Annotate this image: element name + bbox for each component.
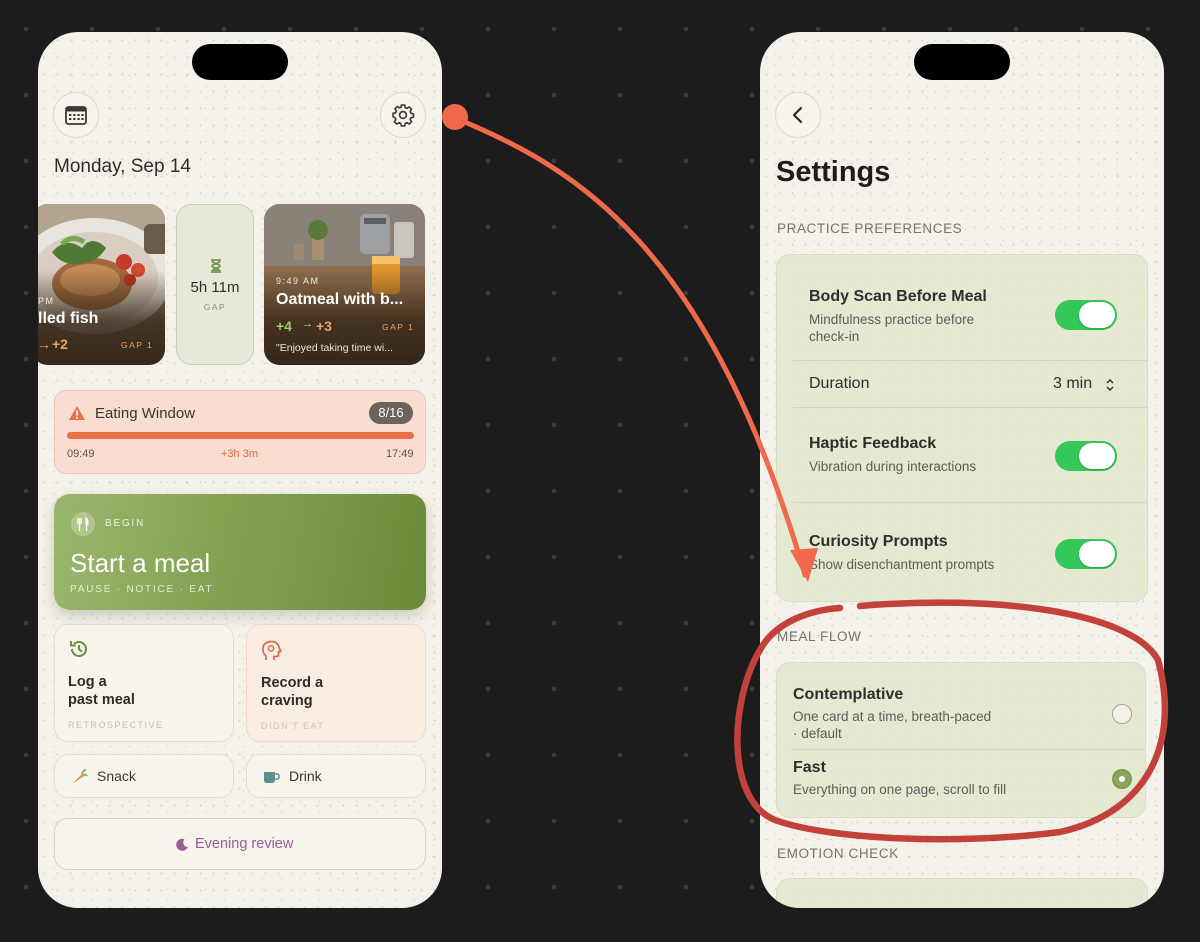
calendar-button[interactable] [53, 92, 99, 138]
meal-flow-group: Contemplative One card at a time, breath… [776, 662, 1146, 818]
head-icon [262, 640, 282, 660]
record-craving-button[interactable]: Record a craving DIDN'T EAT [246, 624, 426, 742]
chevron-left-icon [792, 106, 803, 124]
craving-label-line1: Record a [261, 675, 324, 691]
practice-preferences-group: Body Scan Before Meal Mindfulness practi… [776, 254, 1148, 602]
drink-button[interactable]: Drink [246, 754, 426, 798]
warning-icon [69, 406, 85, 420]
meal-card[interactable]: 9:49 AM Oatmeal with b... +4 → +3 GAP 1 … [264, 204, 425, 365]
score-arrow: → [302, 318, 313, 330]
craving-sub: DIDN'T EAT [261, 721, 325, 731]
annotation-arrow [457, 117, 808, 578]
fasting-badge: 8/16 [369, 402, 413, 424]
score-arrow: → [38, 336, 51, 352]
contemplative-sub-line2: · default [793, 726, 842, 741]
snack-label: Snack [97, 768, 136, 784]
evening-review-button[interactable]: Evening review [54, 818, 426, 870]
fast-option[interactable]: Fast Everything on one page, scroll to f… [777, 751, 1147, 817]
meal-title: lled fish [38, 310, 99, 327]
divider [793, 502, 1147, 503]
gap-label: GAP 1 [382, 322, 415, 332]
eating-window-card[interactable]: Eating Window 8/16 09:49 +3h 3m 17:49 [54, 390, 426, 474]
window-overtime: +3h 3m [221, 448, 258, 460]
gap-value: 5h 11m [190, 279, 240, 296]
hourglass-icon [211, 259, 221, 273]
duration-label: Duration [809, 375, 870, 392]
log-past-meal-button[interactable]: Log a past meal RETROSPECTIVE [54, 624, 234, 742]
start-title: Start a meal [70, 548, 211, 578]
calendar-icon [65, 106, 87, 125]
emotion-check-group [776, 878, 1148, 908]
body-scan-sub-line1: Mindfulness practice before [809, 312, 975, 327]
dynamic-island [914, 44, 1010, 80]
log-label-line2: past meal [68, 692, 135, 708]
carrot-icon [72, 769, 88, 784]
divider [793, 407, 1147, 408]
log-sub: RETROSPECTIVE [68, 720, 164, 730]
section-header-meal-flow: MEAL FLOW [777, 629, 862, 644]
score-before: +4 [276, 318, 292, 334]
contemplative-option[interactable]: Contemplative One card at a time, breath… [777, 663, 1147, 745]
gear-icon [392, 104, 415, 127]
contemplative-title: Contemplative [793, 686, 904, 703]
body-scan-title: Body Scan Before Meal [809, 288, 987, 305]
gap-caption: GAP [203, 302, 227, 312]
divider [793, 360, 1147, 361]
settings-button[interactable] [380, 92, 426, 138]
meal-quote: "Enjoyed taking time wi... [276, 342, 393, 354]
back-button[interactable] [775, 92, 821, 138]
haptic-sub: Vibration during interactions [809, 459, 977, 474]
start-eyebrow: BEGIN [105, 518, 146, 529]
dynamic-island [192, 44, 288, 80]
curiosity-title: Curiosity Prompts [809, 533, 948, 550]
cup-icon [264, 772, 280, 783]
body-scan-toggle[interactable] [1055, 300, 1117, 330]
page-title: Monday, Sep 14 [54, 156, 191, 177]
body-scan-sub-line2: check-in [809, 329, 860, 344]
contemplative-sub-line1: One card at a time, breath-paced [793, 709, 992, 724]
fast-radio[interactable] [1112, 769, 1132, 789]
window-end: 17:49 [386, 448, 414, 460]
eating-window-title: Eating Window [95, 405, 196, 422]
home-screen: Monday, Sep 14 PM lled fish → +2 GAP 1 5… [38, 32, 442, 908]
meal-title: Oatmeal with b... [276, 291, 404, 308]
curiosity-sub: Show disenchantment prompts [809, 557, 995, 572]
chevron-updown-icon [1106, 379, 1114, 391]
snack-button[interactable]: Snack [54, 754, 234, 798]
gap-card: 5h 11m GAP [176, 204, 254, 365]
divider [791, 749, 1145, 750]
fast-title: Fast [793, 759, 826, 776]
meal-time: 9:49 AM [276, 276, 320, 286]
score-after: +3 [316, 318, 332, 334]
window-start: 09:49 [67, 448, 95, 460]
duration-value[interactable]: 3 min [1053, 375, 1092, 393]
history-icon [70, 641, 87, 657]
start-subtitle: PAUSE · NOTICE · EAT [70, 584, 214, 595]
curiosity-toggle[interactable] [1055, 539, 1117, 569]
fast-sub: Everything on one page, scroll to fill [793, 782, 1007, 797]
moon-icon [176, 838, 188, 851]
utensils-icon [71, 512, 95, 536]
haptic-toggle[interactable] [1055, 441, 1117, 471]
score-after: +2 [52, 336, 68, 352]
evening-review-label: Evening review [195, 836, 294, 852]
page-title: Settings [776, 156, 891, 188]
contemplative-radio[interactable] [1112, 704, 1132, 724]
meal-time: PM [38, 296, 55, 306]
window-progress-track [67, 432, 414, 439]
window-progress-fill [67, 432, 414, 439]
drink-label: Drink [289, 768, 322, 784]
settings-screen: Settings PRACTICE PREFERENCES Body Scan … [760, 32, 1164, 908]
craving-label-line2: craving [261, 693, 313, 709]
annotation-start-dot [442, 104, 468, 130]
gap-label: GAP 1 [121, 340, 154, 350]
section-header-emotion: EMOTION CHECK [777, 846, 899, 861]
section-header-practice: PRACTICE PREFERENCES [777, 221, 963, 236]
log-label-line1: Log a [68, 674, 107, 690]
meal-card[interactable]: PM lled fish → +2 GAP 1 [38, 204, 165, 365]
start-meal-button[interactable]: BEGIN Start a meal PAUSE · NOTICE · EAT [54, 494, 426, 610]
haptic-title: Haptic Feedback [809, 435, 937, 452]
